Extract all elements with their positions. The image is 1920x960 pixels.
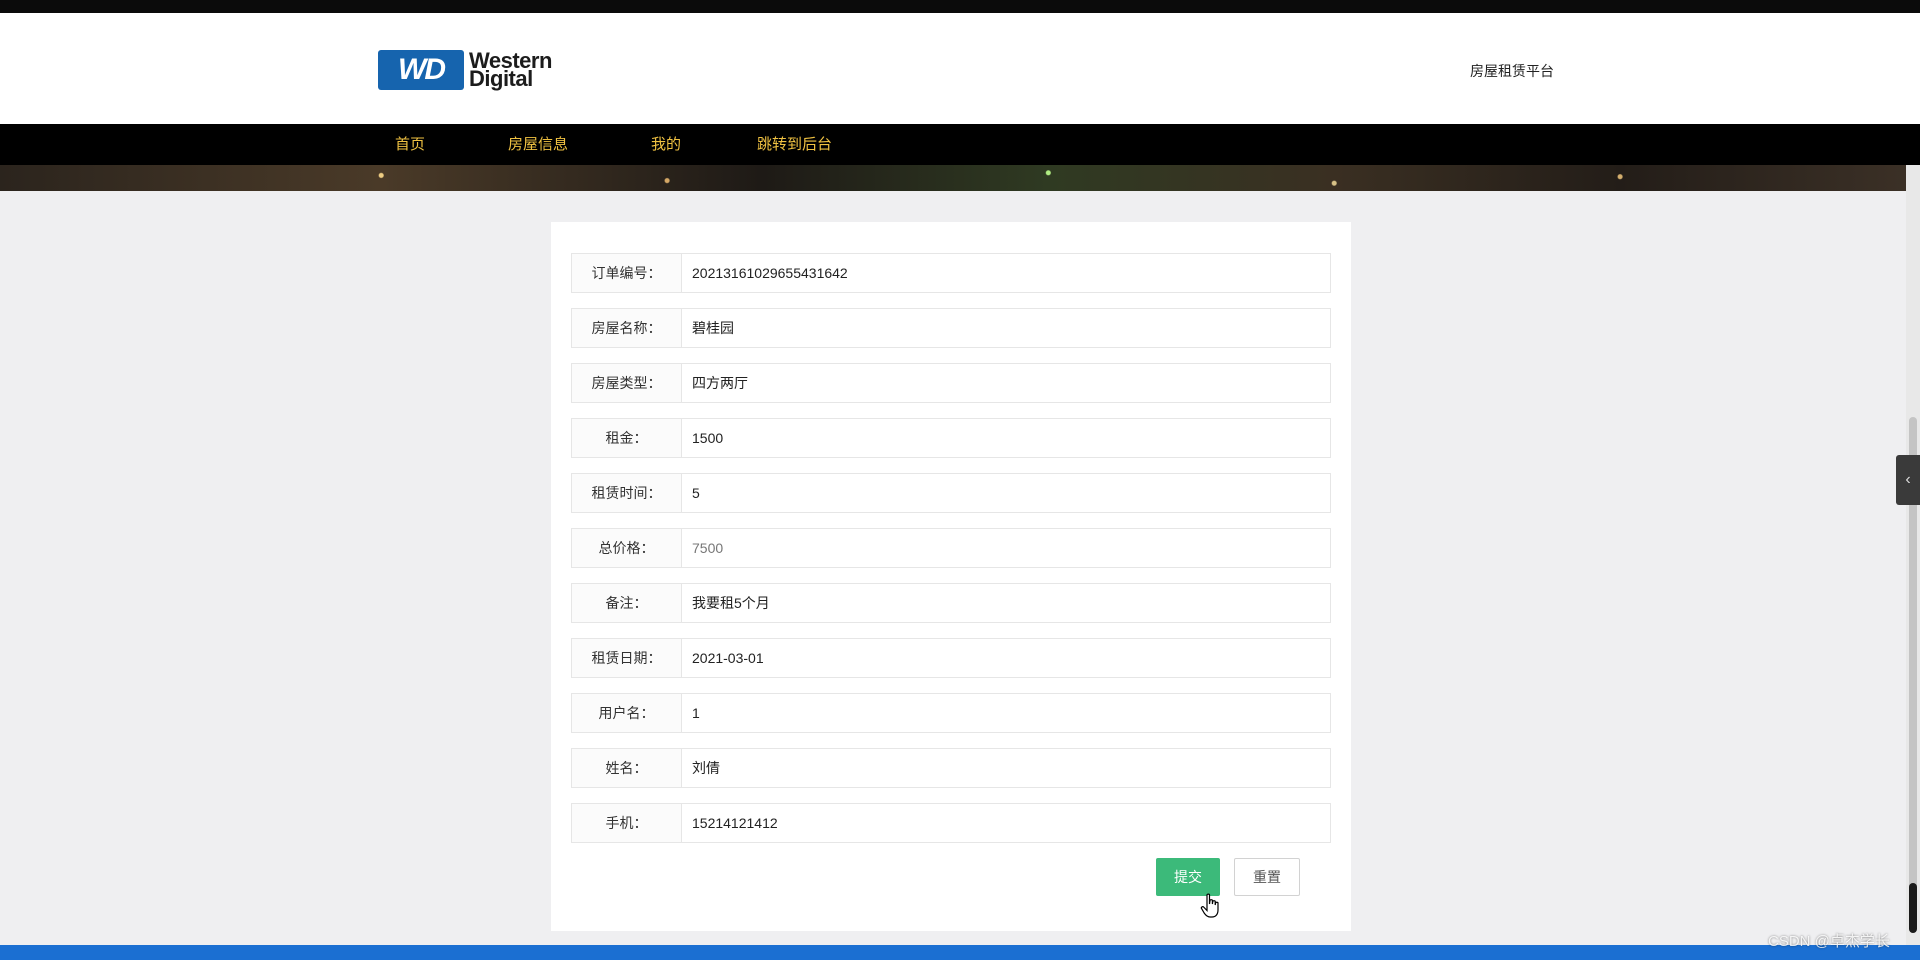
form-row-remark: 备注： [571, 583, 1331, 623]
remark-input[interactable] [682, 583, 1331, 623]
total-price-input[interactable] [682, 528, 1331, 568]
form-row-rent: 租金： [571, 418, 1331, 458]
reset-button[interactable]: 重置 [1234, 858, 1300, 896]
lease-time-input[interactable] [682, 473, 1331, 513]
logo-words: Western Digital [469, 50, 552, 91]
nav-item-mine[interactable]: 我的 [651, 124, 681, 165]
lease-time-label: 租赁时间： [571, 473, 682, 513]
lease-date-label: 租赁日期： [571, 638, 682, 678]
site-title: 房屋租赁平台 [1470, 63, 1554, 79]
rent-input[interactable] [682, 418, 1331, 458]
form-row-lease-date: 租赁日期： [571, 638, 1331, 678]
name-label: 姓名： [571, 748, 682, 788]
logo-line2: Digital [469, 66, 533, 91]
remark-label: 备注： [571, 583, 682, 623]
site-header: WD Western Digital 房屋租赁平台 [0, 13, 1920, 124]
lease-date-input[interactable] [682, 638, 1331, 678]
form-row-lease-time: 租赁时间： [571, 473, 1331, 513]
form-row-house-type: 房屋类型： [571, 363, 1331, 403]
order-no-label: 订单编号： [571, 253, 682, 293]
site-logo[interactable]: WD Western Digital [378, 50, 552, 90]
scrollbar-thumb-active[interactable] [1909, 883, 1917, 933]
main-nav: 首页 房屋信息 我的 跳转到后台 [0, 124, 1920, 165]
house-name-label: 房屋名称： [571, 308, 682, 348]
hand-cursor-icon [1200, 893, 1219, 918]
rent-label: 租金： [571, 418, 682, 458]
nav-item-home[interactable]: 首页 [395, 124, 425, 165]
form-row-total-price: 总价格： [571, 528, 1331, 568]
page-scrollbar[interactable] [1906, 165, 1920, 945]
nav-item-house-info[interactable]: 房屋信息 [508, 124, 568, 165]
order-no-input[interactable] [682, 253, 1331, 293]
house-name-input[interactable] [682, 308, 1331, 348]
total-price-label: 总价格： [571, 528, 682, 568]
form-row-phone: 手机： [571, 803, 1331, 843]
phone-input[interactable] [682, 803, 1331, 843]
phone-label: 手机： [571, 803, 682, 843]
city-banner-image [0, 165, 1906, 191]
logo-mark: WD [378, 50, 464, 90]
watermark: CSDN @卓杰学长 [1768, 933, 1890, 950]
order-form: 订单编号： 房屋名称： 房屋类型： 租金： 租赁时间： 总价格： 备注： 租赁日… [551, 222, 1351, 931]
bottom-progress-bar [0, 945, 1920, 960]
form-row-order-no: 订单编号： [571, 253, 1331, 293]
window-top-strip [0, 0, 1920, 13]
house-type-label: 房屋类型： [571, 363, 682, 403]
form-row-house-name: 房屋名称： [571, 308, 1331, 348]
chevron-left-icon: ‹ [1905, 471, 1911, 488]
form-row-name: 姓名： [571, 748, 1331, 788]
username-input[interactable] [682, 693, 1331, 733]
nav-item-admin[interactable]: 跳转到后台 [757, 124, 832, 165]
side-panel-toggle[interactable]: ‹ [1896, 455, 1920, 505]
house-type-input[interactable] [682, 363, 1331, 403]
submit-button[interactable]: 提交 [1156, 858, 1220, 896]
name-input[interactable] [682, 748, 1331, 788]
form-row-username: 用户名： [571, 693, 1331, 733]
username-label: 用户名： [571, 693, 682, 733]
